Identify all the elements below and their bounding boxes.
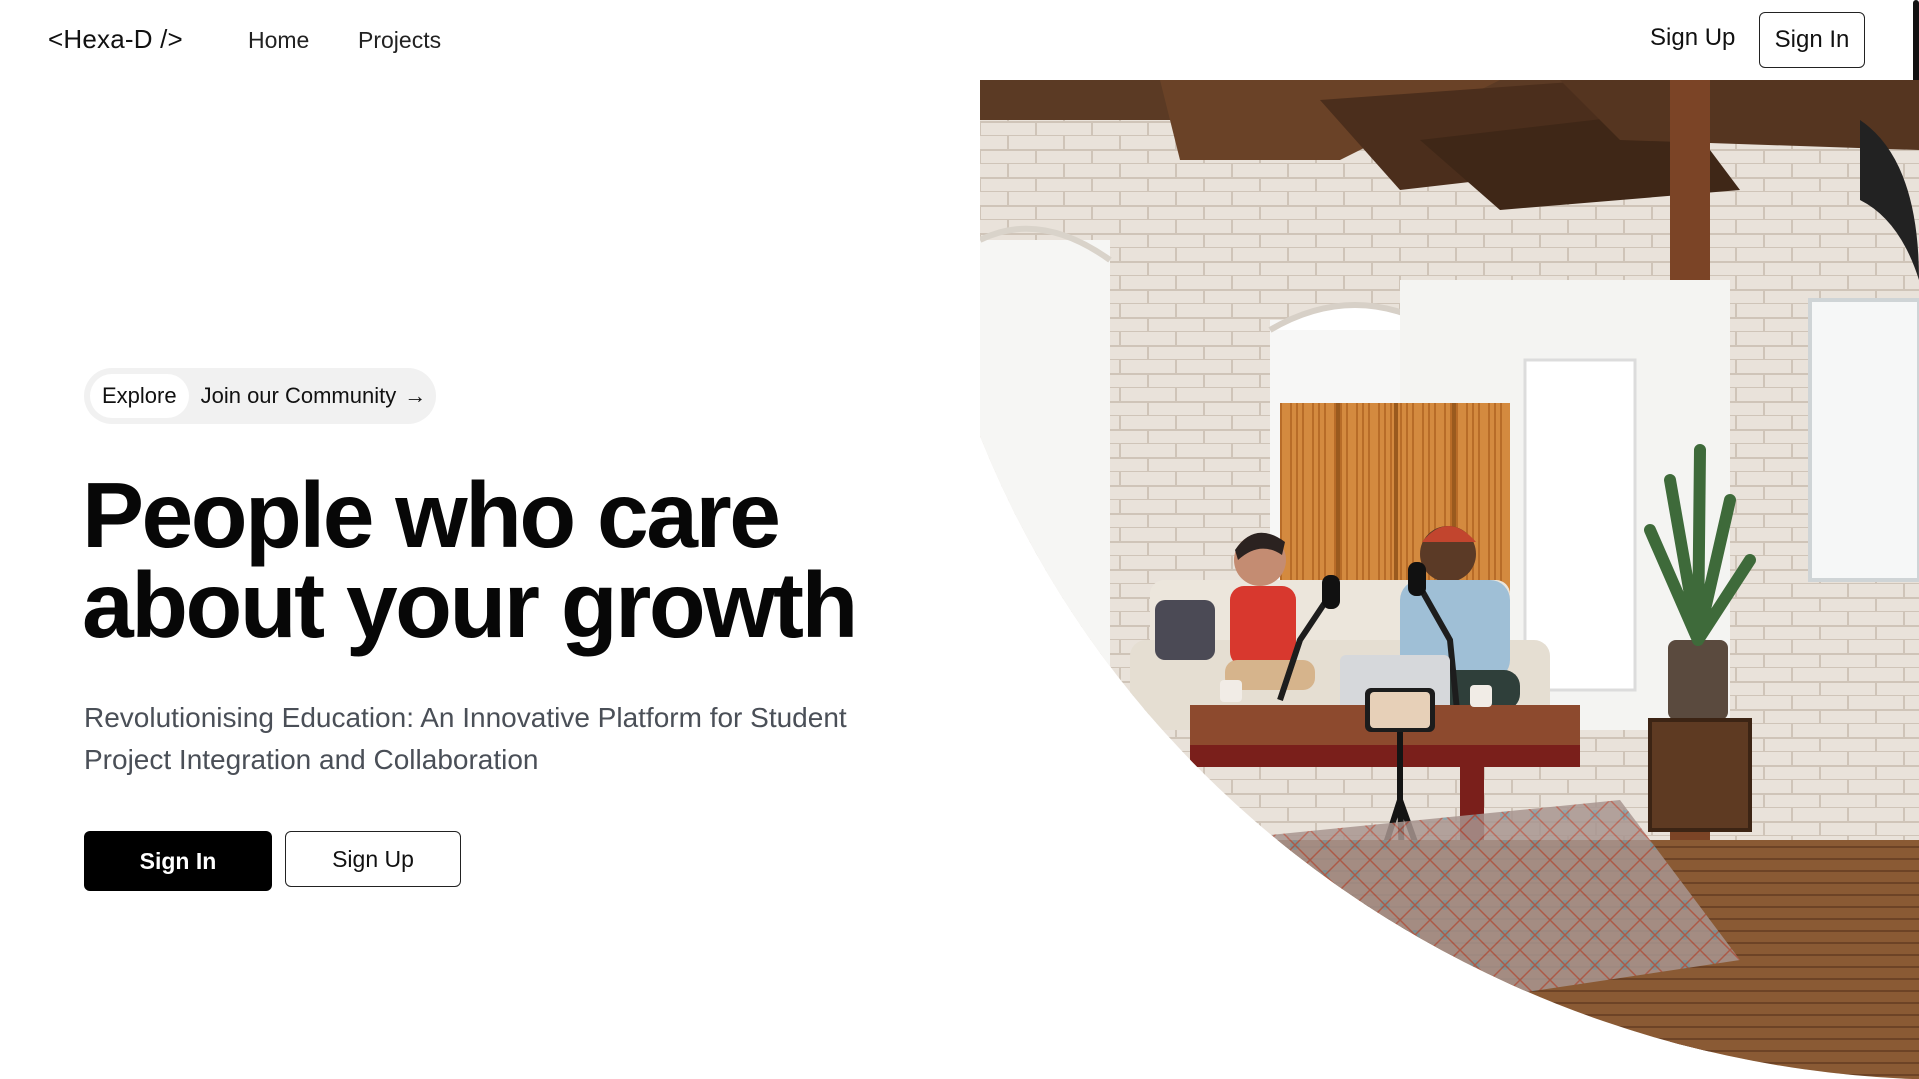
hero-headline-line-2: about your growth xyxy=(82,553,858,657)
hero-headline: People who care about your growth xyxy=(82,463,982,657)
hero-sign-in-button[interactable]: Sign In xyxy=(84,831,272,891)
hero-headline-line-1: People who care xyxy=(82,463,781,567)
hero-subtitle-line-1: Revolutionising Education: An Innovative… xyxy=(84,702,847,733)
join-community-link[interactable]: Join our Community → xyxy=(201,383,427,409)
nav-sign-up-link[interactable]: Sign Up xyxy=(1650,24,1735,52)
arrow-right-icon: → xyxy=(404,383,427,408)
top-navbar: <Hexa-D /> Home Projects Sign Up Sign In xyxy=(0,0,1919,80)
hero-sign-up-button[interactable]: Sign Up xyxy=(285,831,461,887)
explore-tag[interactable]: Explore xyxy=(90,374,189,418)
community-pill[interactable]: Explore Join our Community → xyxy=(84,368,437,424)
hero-subtitle-line-2: Project Integration and Collaboration xyxy=(84,744,539,775)
join-community-label: Join our Community xyxy=(200,383,397,408)
hero-subtitle: Revolutionising Education: An Innovative… xyxy=(84,697,944,781)
nav-sign-in-button[interactable]: Sign In xyxy=(1759,12,1865,68)
brand-logo[interactable]: <Hexa-D /> xyxy=(48,24,183,55)
nav-link-home[interactable]: Home xyxy=(248,27,309,54)
hero-photo-podcast-studio xyxy=(980,80,1919,1079)
nav-link-projects[interactable]: Projects xyxy=(358,27,441,54)
